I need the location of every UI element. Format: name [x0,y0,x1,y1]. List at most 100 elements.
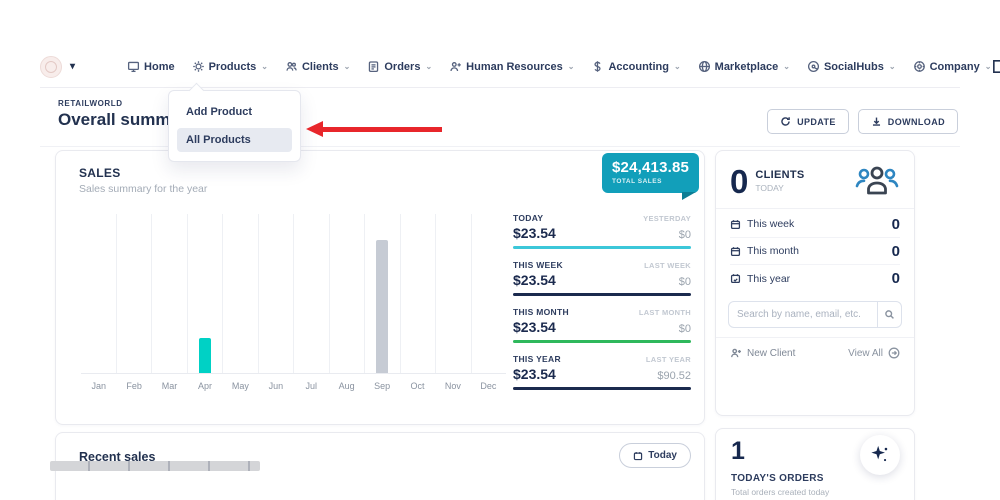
chart-month-label: Sep [364,381,399,391]
nav-label: Accounting [608,61,669,73]
nav-label: SocialHubs [824,61,884,73]
chart-month-label: Aug [329,381,364,391]
sparkle-action-button[interactable] [860,435,900,475]
sales-bar-chart: JanFebMarAprMayJunJulAugSepOctNovDec [81,214,506,397]
refresh-icon [780,116,791,127]
chart-month-label: Mar [152,381,187,391]
notes-icon[interactable] [991,58,1000,75]
nav-label: Products [209,61,257,73]
stat-this-year: THIS YEAR LAST YEAR $23.54 $90.52 [513,354,691,390]
nav-item-orders[interactable]: Orders ⌄ [367,60,432,73]
nav-item-socialhubs[interactable]: SocialHubs ⌄ [807,60,896,73]
calendar-icon [730,246,741,257]
client-search-box [728,301,902,328]
chart-column [365,214,401,373]
stat-value: $23.54 [513,225,556,241]
people-group-icon [854,164,900,198]
stat-compare-value: $0 [679,323,691,335]
orders-card-title: TODAY'S ORDERS [731,473,824,484]
stat-compare-value: $0 [679,276,691,288]
workspace-caret-icon[interactable]: ▾ [70,61,75,72]
download-button[interactable]: DOWNLOAD [858,109,958,134]
stat-label: THIS YEAR [513,354,561,364]
clipboard-icon [367,60,380,73]
chart-column [223,214,259,373]
sales-card: SALES Sales summary for the year $24,413… [55,150,705,425]
chart-column [436,214,472,373]
chart-column [294,214,330,373]
dollar-icon [591,60,604,73]
globe-icon [698,60,711,73]
stat-today: TODAY YESTERDAY $23.54 $0 [513,213,691,249]
list-item-this-year: This year 0 [730,265,900,292]
stat-value: $23.54 [513,366,556,382]
chevron-down-icon: ⌄ [425,62,432,71]
stat-compare-label: YESTERDAY [643,214,691,223]
stat-underline [513,246,691,249]
client-search-input[interactable] [729,302,877,327]
stat-underline [513,293,691,296]
clients-card-title: CLIENTS [755,169,804,181]
menu-item-add-product[interactable]: Add Product [177,100,292,124]
annotation-arrow-line [322,127,442,132]
today-filter-button[interactable]: Today [619,443,691,468]
nav-label: Clients [302,61,339,73]
chart-column [401,214,437,373]
chart-column [117,214,153,373]
sales-card-title: SALES [79,166,121,180]
menu-item-all-products[interactable]: All Products [177,128,292,152]
chart-month-label: Jun [258,381,293,391]
orders-count: 1 [731,437,745,466]
list-item-this-week: This week 0 [730,211,900,238]
clients-card-header: 0 CLIENTS TODAY [716,151,914,208]
stat-this-month: THIS MONTH LAST MONTH $23.54 $0 [513,307,691,343]
sales-chart-labels: JanFebMarAprMayJunJulAugSepOctNovDec [81,381,506,391]
nav-item-human-resources[interactable]: Human Resources ⌄ [449,60,574,73]
calendar-icon [730,219,741,230]
total-sales-amount: $24,413.85 [612,159,689,176]
download-button-label: DOWNLOAD [888,117,945,127]
products-dropdown-menu: Add Product All Products [168,90,301,162]
chevron-down-icon: ⌄ [674,62,681,71]
today-filter-label: Today [648,450,677,461]
nav-item-company[interactable]: Company ⌄ [913,60,992,73]
chevron-down-icon: ⌄ [344,62,351,71]
nav-item-products[interactable]: Products ⌄ [192,60,268,73]
total-sales-badge: $24,413.85 TOTAL SALES [602,153,699,193]
nav-label: Marketplace [715,61,779,73]
stat-compare-label: LAST MONTH [639,308,691,317]
stat-label: THIS MONTH [513,307,569,317]
chart-column [330,214,366,373]
download-icon [871,116,882,127]
view-all-link[interactable]: View All [848,347,900,359]
nav-label: Human Resources [466,61,563,73]
new-client-label: New Client [747,348,795,359]
partial-table-header [50,461,260,471]
workspace-switcher[interactable]: ▾ [40,56,75,78]
chart-month-label: Jan [81,381,116,391]
annotation-arrow-icon [306,121,323,137]
chart-bar [199,338,211,373]
nav-item-accounting[interactable]: Accounting ⌄ [591,60,680,73]
people-icon [285,60,298,73]
clients-period-list: This week 0 This month 0 This year 0 [716,209,914,294]
nav-item-marketplace[interactable]: Marketplace ⌄ [698,60,790,73]
orders-card-subtitle: Total orders created today [731,487,829,497]
nav-item-home[interactable]: Home [127,60,175,73]
company-gear-icon [913,60,926,73]
monitor-icon [127,60,140,73]
search-button[interactable] [877,302,901,327]
stat-label: TODAY [513,213,543,223]
stat-underline [513,387,691,390]
period-value: 0 [892,243,900,260]
new-client-button[interactable]: New Client [730,347,795,359]
nav-item-clients[interactable]: Clients ⌄ [285,60,350,73]
chart-month-label: Oct [400,381,435,391]
period-label: This year [747,273,790,285]
view-all-label: View All [848,348,883,359]
list-item-this-month: This month 0 [730,238,900,265]
update-button[interactable]: UPDATE [767,109,849,134]
calendar-check-icon [730,273,741,284]
breadcrumb: RETAILWORLD [58,99,123,108]
stat-underline [513,340,691,343]
